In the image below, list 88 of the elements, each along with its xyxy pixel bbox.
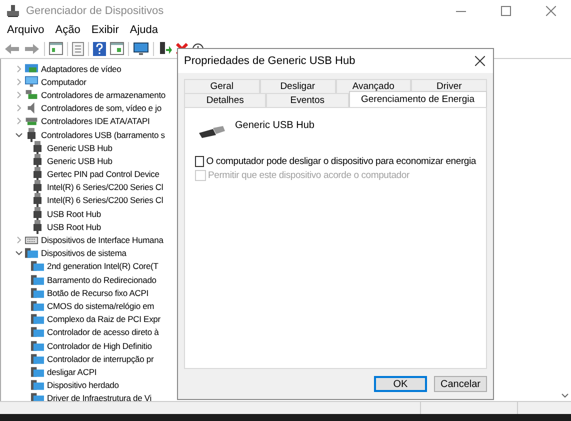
maximize-icon[interactable] <box>501 6 511 16</box>
back-arrow-icon[interactable] <box>4 42 20 54</box>
tree-item[interactable]: Botão de Recurso fixo ACPI <box>47 288 148 298</box>
checkbox-label: Permitir que este dispositivo acorde o computador <box>208 170 410 181</box>
tree-item[interactable]: Controladores de som, vídeo e jo <box>41 103 162 114</box>
tree-item[interactable]: Barramento do Redirecionado <box>47 274 156 285</box>
usb-plug-icon <box>31 167 44 182</box>
system-folder-icon <box>31 352 44 365</box>
tree-item[interactable]: Dispositivos de sistema <box>41 248 126 258</box>
tab[interactable]: Desligar <box>260 79 336 93</box>
tree-item[interactable]: Dispositivos de Interface Humana <box>41 235 164 246</box>
tree-item[interactable]: Intel(R) 6 Series/C200 Series Cl <box>47 182 164 192</box>
tree-item[interactable]: Controlador de acesso direto à <box>47 327 159 338</box>
window-title: Gerenciador de Dispositivos <box>26 5 164 17</box>
tree-item[interactable]: desligar ACPI <box>47 366 97 377</box>
controller-card-icon <box>25 115 38 128</box>
tab[interactable]: Eventos <box>266 93 349 107</box>
tree-item[interactable]: Computador <box>41 76 86 87</box>
system-folder-icon <box>31 366 44 378</box>
collapse-caret-icon[interactable] <box>15 130 23 139</box>
tree-item[interactable]: Dispositivo herdado <box>47 380 119 390</box>
tree-item[interactable]: 2nd generation Intel(R) Core(T <box>47 261 158 272</box>
add-driver-icon[interactable] <box>158 41 172 56</box>
tree-item[interactable]: Controladores USB (barramento s <box>41 130 165 140</box>
tree-item[interactable]: Driver de Infraestrutura de Vi <box>47 393 152 401</box>
usb-plug-icon <box>31 154 44 168</box>
tab[interactable]: Gerenciamento de Energia <box>348 91 487 107</box>
tree-item[interactable]: Adaptadores de vídeo <box>41 64 122 74</box>
system-folder-icon <box>31 313 44 326</box>
forward-arrow-icon[interactable] <box>24 42 40 54</box>
tree-item[interactable]: Complexo da Raiz de PCI Expr <box>47 314 160 324</box>
help-icon[interactable] <box>93 42 106 56</box>
display-adapter-icon <box>25 62 38 75</box>
dialog-title: Propriedades de Generic USB Hub <box>184 55 356 67</box>
system-folder-icon <box>25 247 38 260</box>
system-folder-icon <box>31 260 44 272</box>
properties-icon[interactable] <box>49 42 63 55</box>
system-folder-icon <box>31 286 44 299</box>
tree-item[interactable]: Gertec PIN pad Control Device <box>47 169 160 180</box>
tree-item[interactable]: Controladores IDE ATA/ATAPI <box>41 116 150 126</box>
checkbox-label: O computador pode desligar o dispositivo para economizar energia <box>206 156 476 167</box>
tree-item[interactable]: Controladores de armazenamento <box>41 90 166 100</box>
tree-item[interactable]: USB Root Hub <box>47 222 101 232</box>
system-folder-icon <box>31 326 44 338</box>
tab[interactable]: Detalhes <box>184 93 266 107</box>
system-folder-icon <box>31 340 44 352</box>
system-folder-icon <box>31 274 44 286</box>
tree-item[interactable]: CMOS do sistema/relógio em <box>47 300 154 311</box>
collapse-caret-icon[interactable] <box>15 249 23 258</box>
tree-item[interactable]: Generic USB Hub <box>47 156 112 166</box>
usb-plug-icon <box>199 126 225 138</box>
scroll-down-icon[interactable] <box>560 393 568 399</box>
dialog-button[interactable]: OK <box>374 376 427 392</box>
system-folder-icon <box>31 379 44 392</box>
usb-plug-icon <box>31 220 44 234</box>
app-icon <box>6 4 20 18</box>
tree-item[interactable]: Intel(R) 6 Series/C200 Series Cl <box>47 195 164 206</box>
expand-caret-icon[interactable] <box>15 236 23 244</box>
expand-caret-icon[interactable] <box>15 78 23 86</box>
monitor-icon[interactable] <box>133 42 149 56</box>
menu-item[interactable]: Ação <box>55 24 80 36</box>
tree-item[interactable]: USB Root Hub <box>47 208 101 219</box>
usb-plug-icon <box>25 128 38 142</box>
storage-icon <box>25 88 38 102</box>
tree-item[interactable]: Generic USB Hub <box>47 142 112 153</box>
monitor-icon <box>25 75 38 88</box>
expand-caret-icon[interactable] <box>15 64 23 73</box>
dialog-button[interactable]: Cancelar <box>434 376 487 392</box>
close-icon[interactable] <box>475 56 485 66</box>
tab[interactable]: Geral <box>184 79 260 93</box>
checkbox[interactable] <box>195 156 204 167</box>
expand-caret-icon[interactable] <box>15 90 23 99</box>
tree-item[interactable]: Controlador de interrupção pr <box>47 354 154 364</box>
device-name: Generic USB Hub <box>235 120 314 131</box>
tree-item[interactable]: Controlador de High Definitio <box>47 340 152 351</box>
usb-plug-icon <box>31 140 44 155</box>
usb-plug-icon <box>31 193 44 208</box>
view-icon[interactable] <box>110 42 124 55</box>
menu-item[interactable]: Arquivo <box>7 24 44 36</box>
usb-plug-icon <box>31 206 44 221</box>
list-icon[interactable] <box>72 42 84 56</box>
expand-caret-icon[interactable] <box>15 117 23 126</box>
menu-item[interactable]: Ajuda <box>130 24 158 36</box>
system-folder-icon <box>31 300 44 312</box>
expand-caret-icon[interactable] <box>15 104 23 112</box>
keyboard-icon <box>25 234 38 246</box>
menu-item[interactable]: Exibir <box>91 24 119 36</box>
usb-plug-icon <box>31 180 44 194</box>
